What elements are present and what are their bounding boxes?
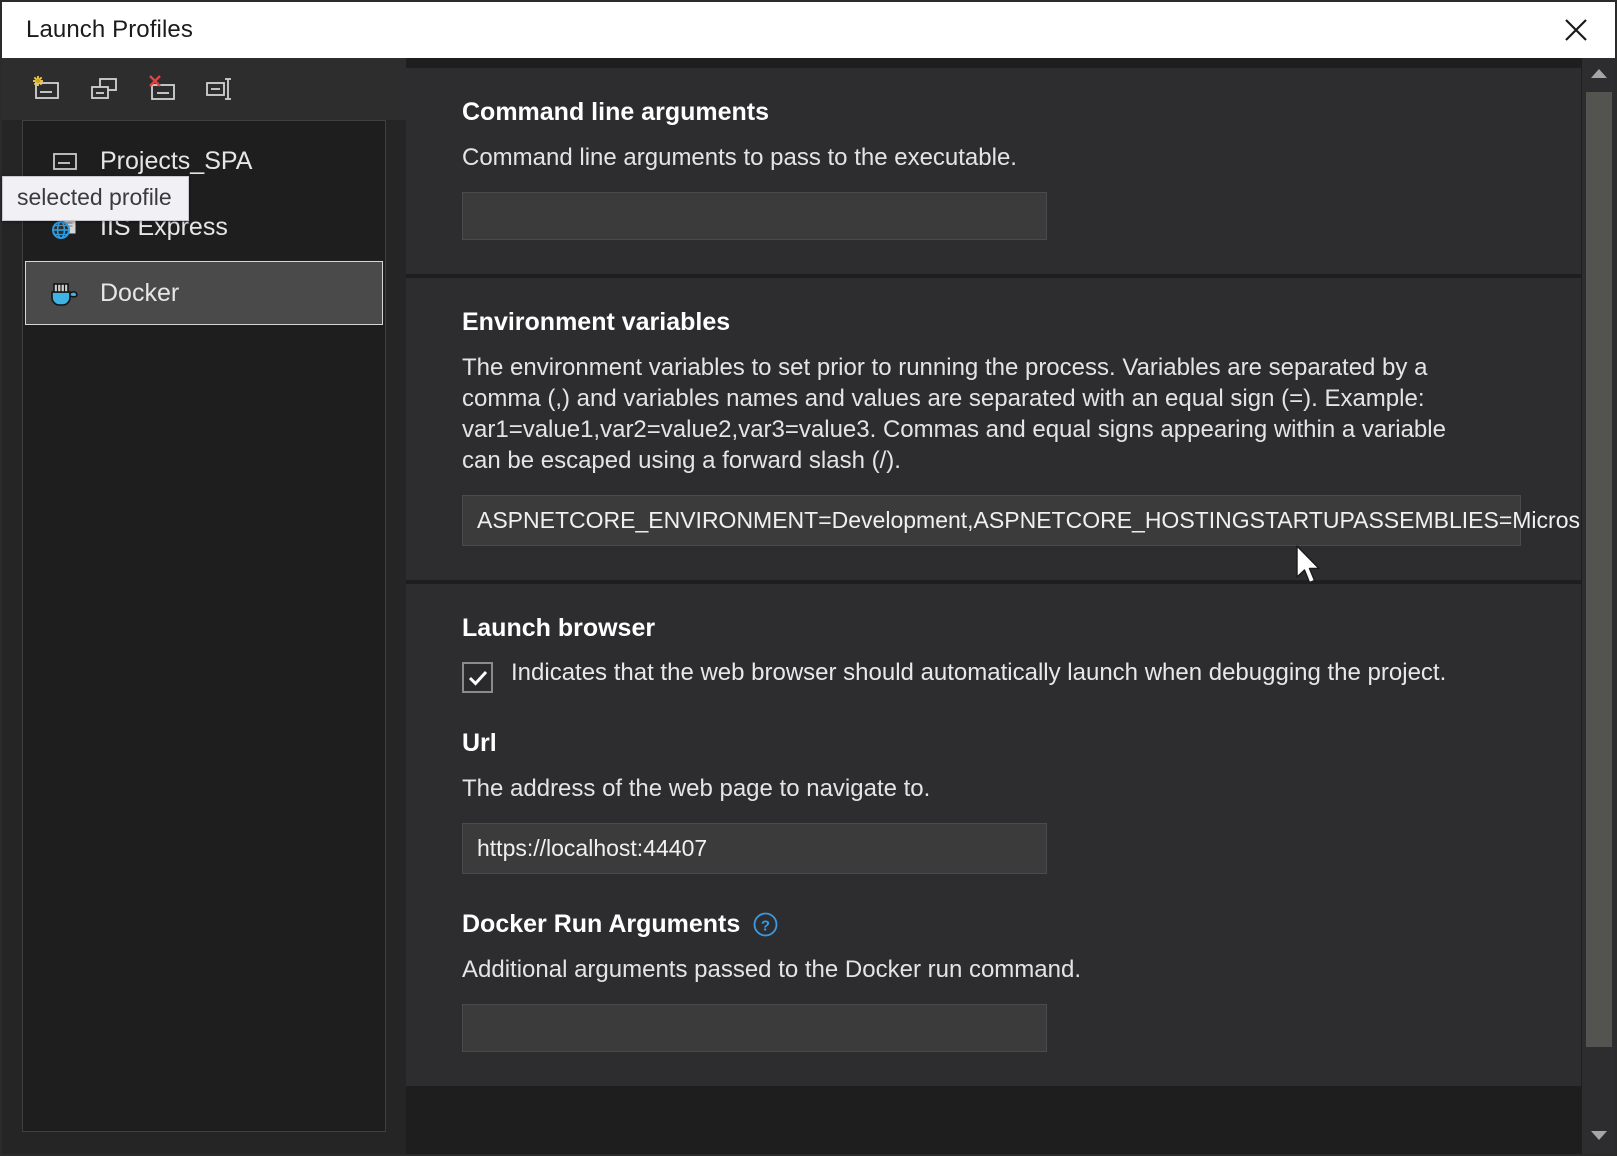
launch-browser-checkbox-label: Indicates that the web browser should au… (511, 659, 1446, 687)
chevron-up-icon (1589, 66, 1609, 85)
docker-run-arguments-title-text: Docker Run Arguments (462, 910, 740, 939)
scrollbar-track[interactable] (1582, 92, 1616, 1120)
section-command-line-arguments: Command line arguments Command line argu… (406, 68, 1581, 274)
profiles-pane: Projects_SPA (2, 58, 406, 1154)
section-launch-browser: Launch browser Indicates that the web br… (406, 584, 1581, 1086)
duplicate-profile-icon (88, 74, 120, 104)
url-input[interactable]: https://localhost:44407 (462, 823, 1047, 874)
app-window-icon (48, 144, 82, 178)
spacer (462, 874, 1521, 910)
profile-item-docker[interactable]: Docker (25, 261, 383, 325)
launch-profiles-dialog: Launch Profiles (0, 0, 1617, 1156)
tooltip-selected-profile: selected profile (2, 176, 189, 221)
page-title: Launch Profiles (26, 16, 193, 44)
profile-item-label: Projects_SPA (100, 147, 252, 176)
settings-content: Command line arguments Command line argu… (406, 58, 1581, 1154)
environment-variables-input[interactable]: ASPNETCORE_ENVIRONMENT=Development,ASPNE… (462, 495, 1521, 546)
svg-text:?: ? (761, 918, 770, 935)
scrollbar-up-button[interactable] (1582, 58, 1616, 92)
docker-run-arguments-description: Additional arguments passed to the Docke… (462, 955, 1472, 986)
close-icon (1562, 16, 1590, 44)
scrollbar-down-button[interactable] (1582, 1120, 1616, 1154)
launch-browser-checkbox[interactable] (462, 662, 493, 693)
rename-profile-icon (204, 74, 236, 104)
environment-variables-description: The environment variables to set prior t… (462, 353, 1472, 477)
tooltip-text: selected profile (17, 184, 172, 210)
close-button[interactable] (1551, 9, 1601, 51)
new-profile-icon (30, 74, 62, 104)
delete-profile-icon (146, 74, 178, 104)
scrollbar-thumb[interactable] (1586, 92, 1612, 1047)
launch-browser-checkbox-row[interactable]: Indicates that the web browser should au… (462, 659, 1521, 693)
docker-run-arguments-input[interactable] (462, 1004, 1047, 1052)
profiles-toolbar (2, 58, 406, 120)
rename-profile-button[interactable] (202, 72, 238, 106)
profile-list[interactable]: Projects_SPA (22, 120, 386, 1132)
profile-item-label: Docker (100, 279, 179, 308)
chevron-down-icon (1589, 1128, 1609, 1147)
command-line-arguments-title: Command line arguments (462, 98, 1521, 127)
launch-browser-title: Launch browser (462, 614, 1521, 643)
dialog-body: Projects_SPA (2, 58, 1615, 1154)
docker-whale-icon (48, 276, 82, 310)
command-line-arguments-description: Command line arguments to pass to the ex… (462, 143, 1472, 174)
delete-profile-button[interactable] (144, 72, 180, 106)
spacer (462, 693, 1521, 729)
url-title: Url (462, 729, 1521, 758)
settings-pane: Command line arguments Command line argu… (406, 58, 1615, 1154)
title-bar: Launch Profiles (2, 2, 1615, 58)
url-description: The address of the web page to navigate … (462, 774, 1472, 805)
new-profile-button[interactable] (28, 72, 64, 106)
docker-run-arguments-title: Docker Run Arguments ? (462, 910, 1521, 939)
command-line-arguments-input[interactable] (462, 192, 1047, 240)
settings-scrollbar[interactable] (1581, 58, 1615, 1154)
environment-variables-title: Environment variables (462, 308, 1521, 337)
duplicate-profile-button[interactable] (86, 72, 122, 106)
help-circle-icon[interactable]: ? (752, 911, 779, 938)
section-environment-variables: Environment variables The environment va… (406, 278, 1581, 580)
checkmark-icon (467, 669, 489, 687)
